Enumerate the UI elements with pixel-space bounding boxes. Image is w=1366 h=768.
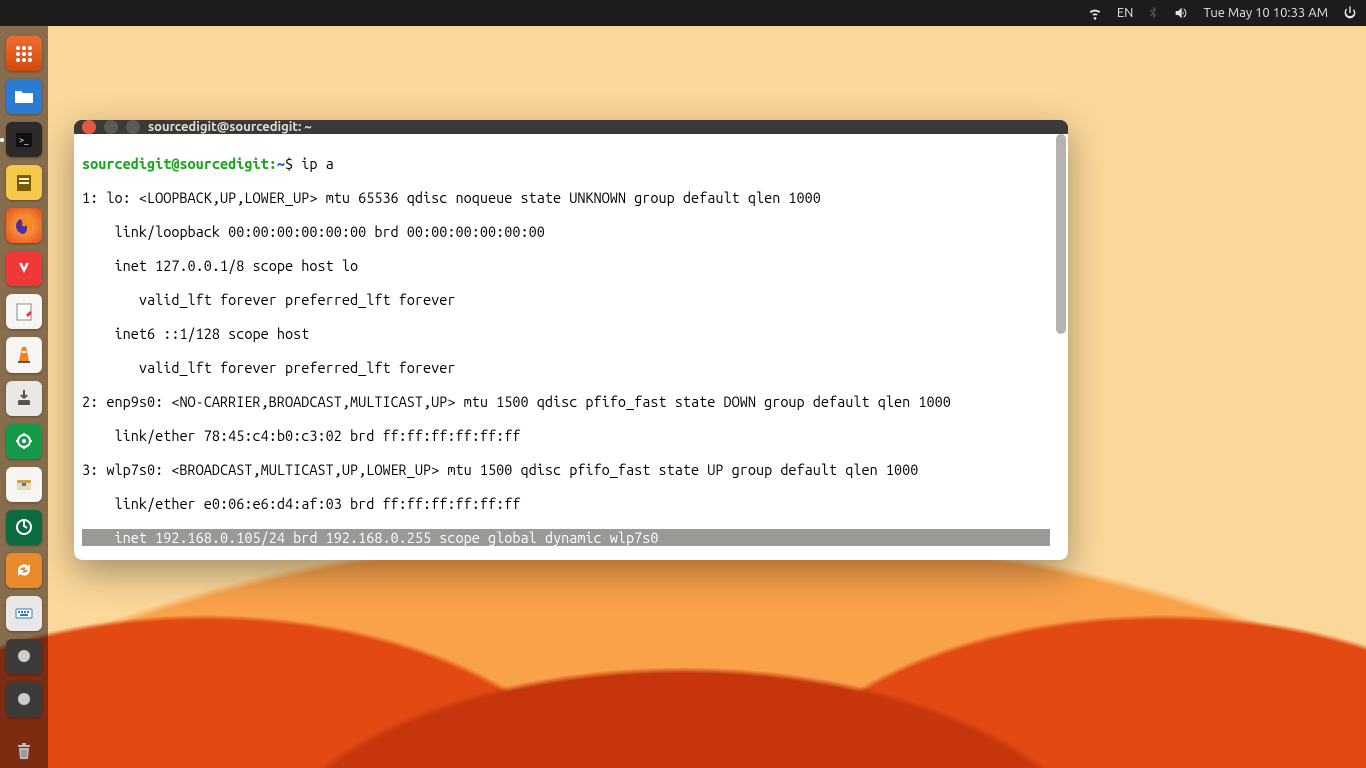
- bluetooth-icon[interactable]: [1145, 5, 1161, 21]
- prompt-path: ~: [277, 155, 285, 172]
- language-indicator[interactable]: EN: [1117, 6, 1134, 20]
- window-titlebar[interactable]: sourcedigit@sourcedigit: ~: [74, 120, 1068, 134]
- terminal-output-line: 3: wlp7s0: <BROADCAST,MULTICAST,UP,LOWER…: [78, 461, 1068, 478]
- dock-show-applications[interactable]: [6, 36, 42, 71]
- terminal-output-line: inet6 ::1/128 scope host: [78, 325, 1068, 342]
- svg-text:>_: >_: [19, 135, 29, 145]
- wifi-icon[interactable]: [1087, 5, 1103, 21]
- dock-indicator1[interactable]: [6, 639, 42, 674]
- dock-terminal[interactable]: >_: [6, 122, 42, 157]
- volume-icon[interactable]: [1173, 5, 1189, 21]
- dock-vlc[interactable]: [6, 337, 42, 372]
- dock-trash[interactable]: [6, 733, 42, 768]
- prompt-user-host: sourcedigit@sourcedigit:: [82, 155, 277, 172]
- terminal-command: ip a: [301, 155, 333, 172]
- dock-system-updater[interactable]: [6, 510, 42, 545]
- terminal-output-line: valid_lft forever preferred_lft forever: [78, 359, 1068, 376]
- window-maximize-button[interactable]: [126, 120, 140, 134]
- terminal-output-line-highlighted: inet 192.168.0.105/24 brd 192.168.0.255 …: [82, 529, 1050, 546]
- terminal-output-line: valid_lft forever preferred_lft forever: [78, 291, 1068, 308]
- terminal-output-line: 2: enp9s0: <NO-CARRIER,BROADCAST,MULTICA…: [78, 393, 1068, 410]
- dock-downloads[interactable]: [6, 381, 42, 416]
- terminal-output-line: link/ether e0:06:e6:d4:af:03 brd ff:ff:f…: [78, 495, 1068, 512]
- scrollbar-thumb[interactable]: [1056, 134, 1066, 334]
- window-title: sourcedigit@sourcedigit: ~: [148, 120, 312, 134]
- terminal-body[interactable]: sourcedigit@sourcedigit:~$ ip a 1: lo: <…: [74, 134, 1068, 560]
- terminal-scrollbar[interactable]: [1056, 134, 1066, 560]
- window-minimize-button[interactable]: [104, 120, 118, 134]
- clock[interactable]: Tue May 10 10:33 AM: [1203, 6, 1328, 20]
- dock-files[interactable]: [6, 79, 42, 114]
- prompt-symbol: $: [285, 155, 293, 172]
- dock-screenshot[interactable]: [6, 424, 42, 459]
- dock-software[interactable]: [6, 467, 42, 502]
- terminal-output-line: 1: lo: <LOOPBACK,UP,LOWER_UP> mtu 65536 …: [78, 189, 1068, 206]
- launcher-dock: >_: [0, 26, 48, 768]
- dock-notes[interactable]: [6, 165, 42, 200]
- dock-keyboard[interactable]: [6, 596, 42, 631]
- dock-text-editor[interactable]: [6, 294, 42, 329]
- dock-sync[interactable]: [6, 553, 42, 588]
- terminal-window[interactable]: sourcedigit@sourcedigit: ~ sourcedigit@s…: [74, 120, 1068, 560]
- dock-firefox[interactable]: [6, 208, 42, 243]
- terminal-output-line: link/ether 78:45:c4:b0:c3:02 brd ff:ff:f…: [78, 427, 1068, 444]
- dock-vivaldi[interactable]: [6, 251, 42, 286]
- top-panel: EN Tue May 10 10:33 AM: [0, 0, 1366, 26]
- dock-indicator2[interactable]: [6, 682, 42, 717]
- terminal-output-line: inet 127.0.0.1/8 scope host lo: [78, 257, 1068, 274]
- terminal-output-line: link/loopback 00:00:00:00:00:00 brd 00:0…: [78, 223, 1068, 240]
- window-close-button[interactable]: [82, 120, 96, 134]
- power-icon[interactable]: [1342, 5, 1358, 21]
